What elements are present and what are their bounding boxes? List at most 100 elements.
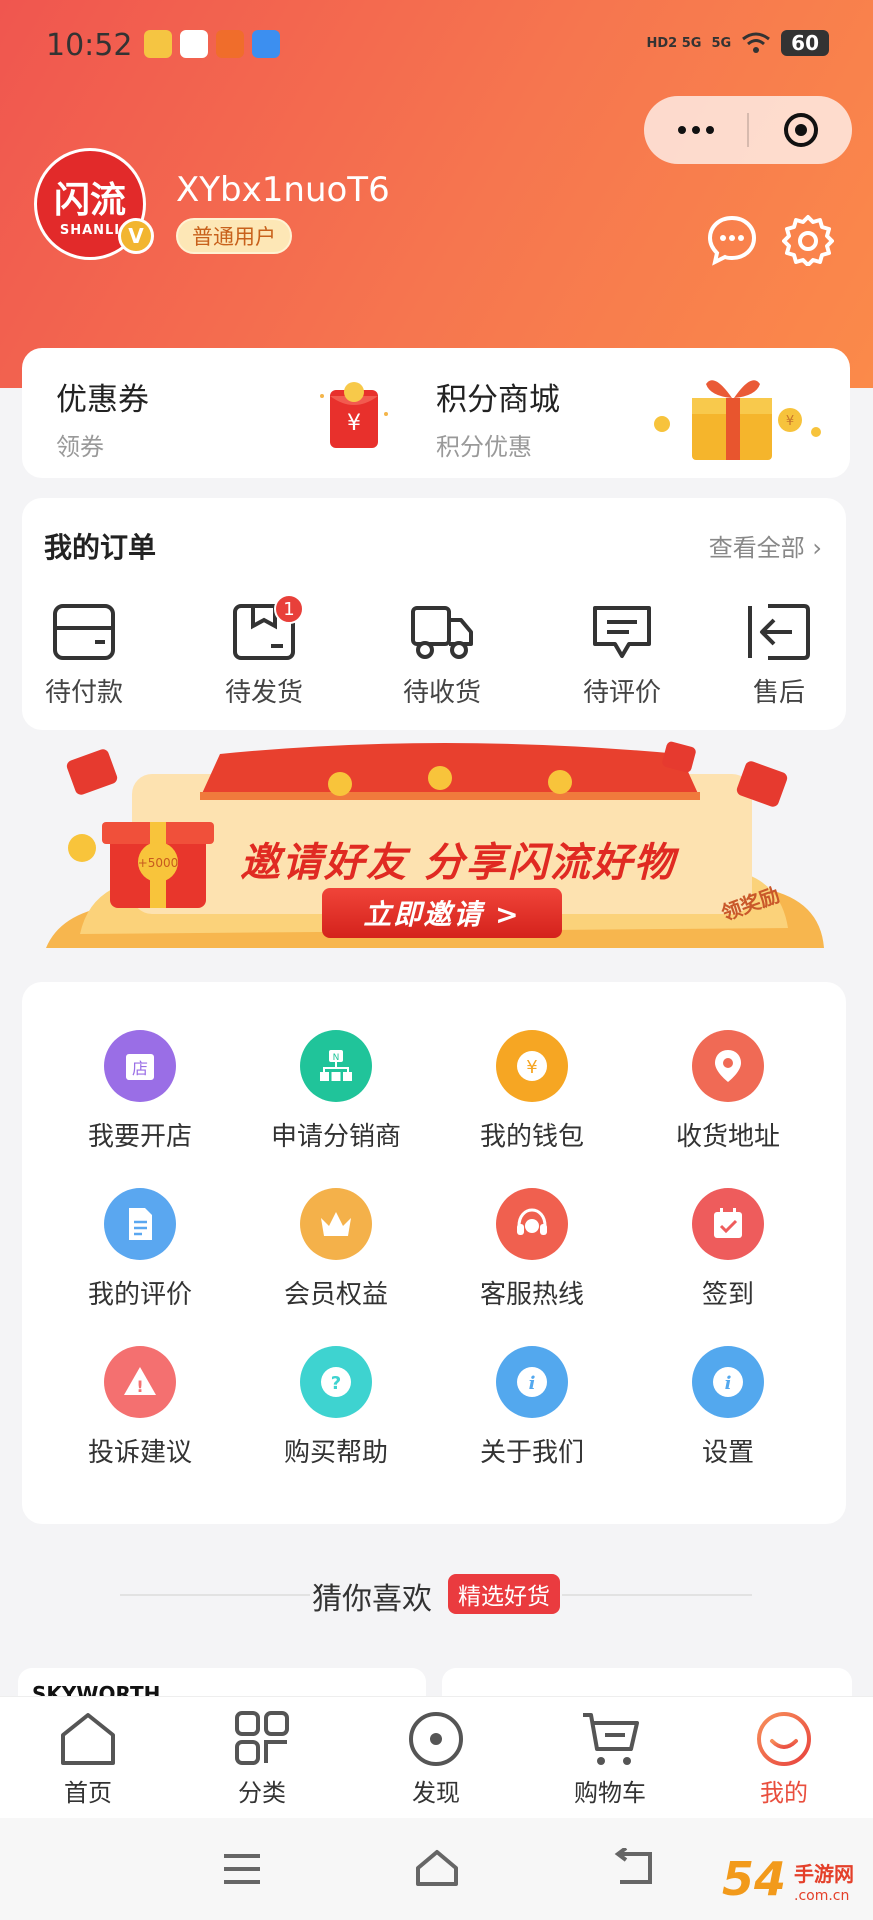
product-card[interactable]: SKYWORTH <box>18 1668 426 1706</box>
service-customer-hotline[interactable]: 客服热线 <box>432 1188 632 1311</box>
view-all-orders-link[interactable]: 查看全部 › <box>709 528 822 563</box>
view-all-label: 查看全部 <box>708 534 805 562</box>
headset-icon <box>496 1188 568 1260</box>
tab-label: 首页 <box>64 1779 112 1807</box>
order-count-badge: 1 <box>274 594 304 624</box>
wallet-yen-icon: ¥ <box>496 1030 568 1102</box>
service-shipping-address[interactable]: 收货地址 <box>628 1030 828 1153</box>
close-program-button[interactable] <box>749 96 852 164</box>
service-label: 会员权益 <box>283 1280 388 1310</box>
divider-line <box>120 1594 310 1596</box>
notification-app-icon <box>180 30 208 58</box>
info-glyph: i <box>529 1373 536 1394</box>
mini-program-capsule <box>644 96 852 164</box>
service-about-us[interactable]: i 关于我们 <box>432 1346 632 1469</box>
chevron-right-icon: › <box>812 534 822 562</box>
order-pending-review[interactable]: 待评价 <box>562 602 682 709</box>
home-icon <box>61 1713 115 1765</box>
points-mall-subtitle: 积分优惠 <box>436 433 532 461</box>
service-label: 申请分销商 <box>270 1122 401 1152</box>
tab-home[interactable]: 首页 <box>28 1709 148 1808</box>
comment-icon <box>593 606 651 658</box>
points-mall-title: 积分商城 <box>436 382 560 418</box>
notification-app-icon <box>252 30 280 58</box>
tab-cart[interactable]: 购物车 <box>550 1709 670 1808</box>
return-icon <box>748 604 810 660</box>
order-label: 待发货 <box>224 678 303 708</box>
username: XYbx1nuoT6 <box>176 170 390 210</box>
points-mall-entry[interactable]: 积分商城 积分优惠 <box>436 374 560 462</box>
home-nav-icon[interactable] <box>414 1848 460 1888</box>
discover-icon <box>409 1712 463 1766</box>
bottom-tab-bar: 首页 分类 发现 购物车 我的 <box>0 1696 873 1818</box>
service-label: 我的评价 <box>87 1280 192 1310</box>
tab-profile[interactable]: 我的 <box>724 1709 844 1808</box>
watermark-url: .com.cn <box>794 1888 850 1904</box>
wifi-icon <box>742 32 771 53</box>
battery-indicator: 60 <box>781 30 829 56</box>
user-level-badge: 普通用户 <box>176 218 292 254</box>
gift-value-text: +5000 <box>138 856 179 870</box>
service-label: 我的钱包 <box>479 1122 584 1152</box>
service-label: 关于我们 <box>479 1438 584 1468</box>
site-watermark: 54 手游网 .com.cn <box>722 1852 872 1918</box>
signal-icon: 5G <box>711 35 732 51</box>
invite-banner[interactable]: +5000 邀请好友 分享闪流好物 立即邀请 > 领奖励 <box>40 738 830 958</box>
shop-icon: 店 <box>104 1030 176 1102</box>
invite-now-button[interactable]: 立即邀请 > <box>322 888 562 938</box>
tab-label: 购物车 <box>574 1779 646 1807</box>
service-label: 签到 <box>701 1280 754 1310</box>
watermark-text: 手游网 <box>794 1862 854 1886</box>
service-settings[interactable]: i 设置 <box>628 1346 828 1469</box>
cart-icon <box>583 1713 639 1765</box>
gear-icon[interactable] <box>782 214 834 266</box>
service-purchase-help[interactable]: ? 购买帮助 <box>236 1346 436 1469</box>
service-complaints[interactable]: ! 投诉建议 <box>40 1346 240 1469</box>
service-my-reviews[interactable]: 我的评价 <box>40 1188 240 1311</box>
service-my-wallet[interactable]: ¥ 我的钱包 <box>432 1030 632 1153</box>
red-envelope-icon: ¥ <box>320 382 388 448</box>
service-label: 设置 <box>701 1438 754 1468</box>
order-pending-payment[interactable]: 待付款 <box>24 602 144 709</box>
service-open-shop[interactable]: 店 我要开店 <box>40 1030 240 1153</box>
order-after-sales[interactable]: 售后 <box>724 602 834 709</box>
shop-glyph: 店 <box>132 1059 148 1078</box>
truck-icon <box>411 606 473 659</box>
tab-label: 我的 <box>760 1779 808 1807</box>
product-card[interactable] <box>442 1668 852 1698</box>
back-nav-icon[interactable] <box>610 1848 656 1888</box>
order-pending-shipment[interactable]: 1 待发货 <box>204 594 324 709</box>
divider-line <box>562 1594 752 1596</box>
help-icon: ? <box>300 1346 372 1418</box>
menu-icon[interactable] <box>222 1852 262 1886</box>
tab-label: 分类 <box>238 1779 286 1807</box>
distributor-glyph: N <box>333 1053 340 1063</box>
service-member-benefits[interactable]: 会员权益 <box>236 1188 436 1311</box>
notification-app-icon <box>216 30 244 58</box>
avatar-logo-text: 闪流 <box>53 179 126 221</box>
tab-discover[interactable]: 发现 <box>376 1709 496 1808</box>
wallet-glyph: ¥ <box>526 1057 537 1078</box>
service-label: 购买帮助 <box>283 1438 388 1468</box>
more-menu-button[interactable] <box>644 96 747 164</box>
settings-glyph: i <box>725 1373 732 1394</box>
service-check-in[interactable]: 签到 <box>628 1188 828 1311</box>
info-icon: i <box>496 1346 568 1418</box>
orders-card: 我的订单 查看全部 › 待付款 1 待发货 待收货 待评价 售后 <box>22 498 846 730</box>
wallet-icon <box>53 604 115 660</box>
banner-headline: 邀请好友 分享闪流好物 <box>240 840 676 886</box>
settings-info-icon: i <box>692 1346 764 1418</box>
status-indicators: HD2 5G 5G 60 <box>646 30 829 56</box>
coupon-subtitle: 领券 <box>56 433 104 461</box>
service-label: 客服热线 <box>479 1280 584 1310</box>
coupon-entry[interactable]: 优惠券 领券 <box>56 374 149 462</box>
message-icon[interactable] <box>706 214 758 266</box>
service-apply-distributor[interactable]: N 申请分销商 <box>236 1030 436 1153</box>
svg-text:¥: ¥ <box>786 414 794 429</box>
orders-title: 我的订单 <box>44 531 157 564</box>
order-pending-receipt[interactable]: 待收货 <box>382 602 502 709</box>
gift-box-icon: ¥ <box>654 380 821 460</box>
tab-category[interactable]: 分类 <box>202 1709 322 1808</box>
guess-you-like-title: 猜你喜欢 <box>312 1582 432 1617</box>
document-icon <box>104 1188 176 1260</box>
